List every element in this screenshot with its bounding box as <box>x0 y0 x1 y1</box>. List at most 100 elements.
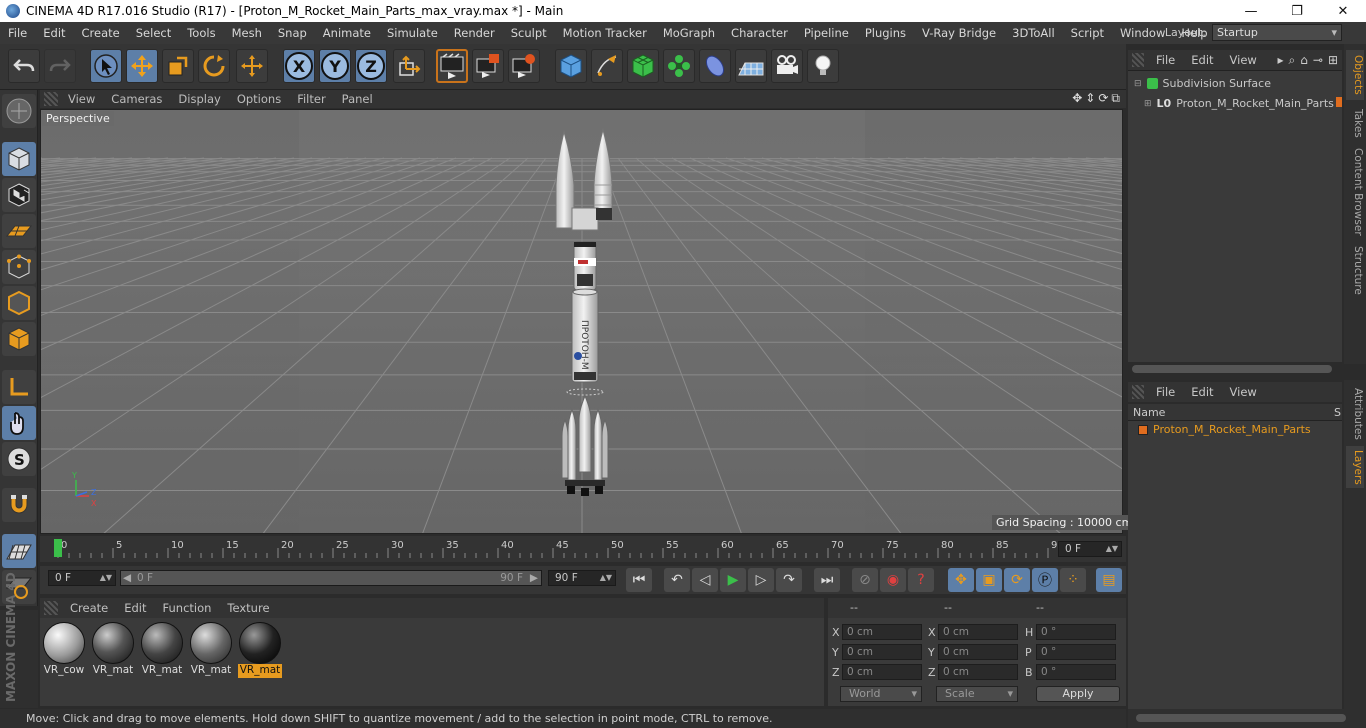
tweak-mode-icon[interactable] <box>2 406 36 440</box>
apply-button[interactable]: Apply <box>1036 686 1120 702</box>
render-picture-viewer-icon[interactable] <box>472 49 504 83</box>
menu-select[interactable]: Select <box>128 26 179 40</box>
object-new-window-icon[interactable]: ⊞ <box>1328 53 1338 68</box>
floor-grid-icon[interactable] <box>2 534 36 568</box>
magnet-icon[interactable] <box>2 488 36 522</box>
play-icon[interactable]: ▶ <box>720 568 746 592</box>
floor-icon[interactable] <box>735 49 767 83</box>
object-link-icon[interactable]: ⊸ <box>1313 53 1323 68</box>
timeline-ruler[interactable]: 051015202530354045505560657075808590 0 F… <box>40 536 1126 562</box>
viewport-zoom-icon[interactable]: ⇕ <box>1085 91 1095 106</box>
edges-mode-icon[interactable] <box>2 286 36 320</box>
menu-pipeline[interactable]: Pipeline <box>796 26 857 40</box>
viewport-menu-options[interactable]: Options <box>229 92 289 106</box>
point-level-animation-icon[interactable]: ⁘ <box>1060 568 1086 592</box>
object-row[interactable]: ⊞ L0 Proton_M_Rocket_Main_Parts <box>1144 97 1334 110</box>
tab-attributes[interactable]: Attributes <box>1346 384 1364 444</box>
deformer-icon[interactable] <box>699 49 731 83</box>
menu-character[interactable]: Character <box>723 26 796 40</box>
viewport-maximize-icon[interactable]: ⧉ <box>1111 91 1120 106</box>
viewport-perspective[interactable]: ПРОТОН-М Y Z X <box>40 109 1123 534</box>
size-x-field[interactable]: 0 cm <box>938 624 1018 640</box>
go-to-end-icon[interactable]: ⏭ <box>814 568 840 592</box>
position-key-icon[interactable]: ✥ <box>948 568 974 592</box>
x-axis-button[interactable]: X <box>283 49 315 83</box>
material-swatch[interactable]: VR_mat <box>140 622 184 680</box>
menu-plugins[interactable]: Plugins <box>857 26 914 40</box>
material-menu-edit[interactable]: Edit <box>116 601 154 615</box>
previous-key-icon[interactable]: ↶ <box>664 568 690 592</box>
rot-h-field[interactable]: 0 ° <box>1036 624 1116 640</box>
material-swatch[interactable]: VR_mat <box>189 622 233 680</box>
recent-tool-icon[interactable] <box>236 49 268 83</box>
menu-create[interactable]: Create <box>74 26 128 40</box>
layer-scrollbar[interactable] <box>1136 714 1346 722</box>
axis-mode-icon[interactable] <box>2 370 36 404</box>
current-frame-field[interactable]: 0 F ▲▼ <box>1058 541 1122 557</box>
tab-takes[interactable]: Takes <box>1346 106 1364 140</box>
object-menu-edit[interactable]: Edit <box>1183 53 1221 67</box>
polygons-mode-icon[interactable] <box>2 322 36 356</box>
menu-tools[interactable]: Tools <box>179 26 223 40</box>
object-row[interactable]: ⊟ Subdivision Surface <box>1134 77 1271 90</box>
menu-animate[interactable]: Animate <box>315 26 379 40</box>
range-slider[interactable]: ◀ 0 F 90 F ▶ <box>120 570 542 586</box>
coordinate-mode-select[interactable]: World ▾ <box>840 686 922 702</box>
rotation-key-icon[interactable]: ⟳ <box>1004 568 1030 592</box>
pen-icon[interactable] <box>591 49 623 83</box>
layer-name-column[interactable]: Name <box>1133 406 1165 419</box>
tab-structure[interactable]: Structure <box>1346 244 1364 296</box>
render-view-icon[interactable] <box>436 49 468 83</box>
pos-x-field[interactable]: 0 cm <box>842 624 922 640</box>
go-to-start-icon[interactable]: ⏮ <box>626 568 652 592</box>
tab-layers[interactable]: Layers <box>1346 446 1364 488</box>
object-menu-arrow-icon[interactable]: ▸ <box>1277 53 1283 68</box>
points-mode-icon[interactable] <box>2 250 36 284</box>
material-swatch[interactable]: VR_mat <box>91 622 135 680</box>
layer-row[interactable]: Proton_M_Rocket_Main_Parts <box>1138 423 1311 436</box>
object-menu-view[interactable]: View <box>1222 53 1265 67</box>
maximize-button[interactable]: ❐ <box>1274 0 1320 22</box>
scale-key-icon[interactable]: ▣ <box>976 568 1002 592</box>
object-scrollbar[interactable] <box>1132 365 1332 373</box>
menu-vray-bridge[interactable]: V-Ray Bridge <box>914 26 1004 40</box>
y-axis-button[interactable]: Y <box>319 49 351 83</box>
texture-mode-icon[interactable] <box>2 178 36 212</box>
rot-b-field[interactable]: 0 ° <box>1036 664 1116 680</box>
edit-render-settings-icon[interactable] <box>508 49 540 83</box>
menu-motion-tracker[interactable]: Motion Tracker <box>555 26 655 40</box>
move-icon[interactable] <box>126 49 158 83</box>
tree-collapse-icon[interactable]: ⊟ <box>1134 79 1142 89</box>
viewport-menu-cameras[interactable]: Cameras <box>103 92 170 106</box>
layer-color-swatch[interactable] <box>1138 424 1148 435</box>
menu-mesh[interactable]: Mesh <box>224 26 270 40</box>
live-selection-icon[interactable] <box>90 49 122 83</box>
object-search-icon[interactable]: ⌕ <box>1289 53 1296 68</box>
scale-icon[interactable] <box>162 49 194 83</box>
menu-edit[interactable]: Edit <box>35 26 73 40</box>
make-editable-icon[interactable] <box>2 94 36 128</box>
menu-sculpt[interactable]: Sculpt <box>503 26 555 40</box>
size-mode-select[interactable]: Scale ▾ <box>936 686 1018 702</box>
size-z-field[interactable]: 0 cm <box>938 664 1018 680</box>
camera-icon[interactable] <box>771 49 803 83</box>
close-button[interactable]: ✕ <box>1320 0 1366 22</box>
viewport-menu-display[interactable]: Display <box>170 92 228 106</box>
viewport-menu-filter[interactable]: Filter <box>289 92 333 106</box>
size-y-field[interactable]: 0 cm <box>938 644 1018 660</box>
next-key-icon[interactable]: ↷ <box>776 568 802 592</box>
material-swatch-selected[interactable]: VR_mat <box>238 622 282 680</box>
menu-simulate[interactable]: Simulate <box>379 26 446 40</box>
layer-menu-file[interactable]: File <box>1148 385 1183 399</box>
layer-solo-column[interactable]: S <box>1334 406 1341 419</box>
material-swatch[interactable]: VR_cow <box>42 622 86 680</box>
end-frame-field[interactable]: 90 F ▲▼ <box>548 570 616 586</box>
layout-select[interactable]: Startup <box>1212 24 1342 41</box>
viewport-rotate-icon[interactable]: ⟳ <box>1098 91 1108 106</box>
viewport-menu-view[interactable]: View <box>60 92 103 106</box>
light-icon[interactable] <box>807 49 839 83</box>
record-keys-icon[interactable]: ⊘ <box>852 568 878 592</box>
material-menu-create[interactable]: Create <box>62 601 116 615</box>
rotate-icon[interactable] <box>198 49 230 83</box>
menu-mograph[interactable]: MoGraph <box>655 26 723 40</box>
